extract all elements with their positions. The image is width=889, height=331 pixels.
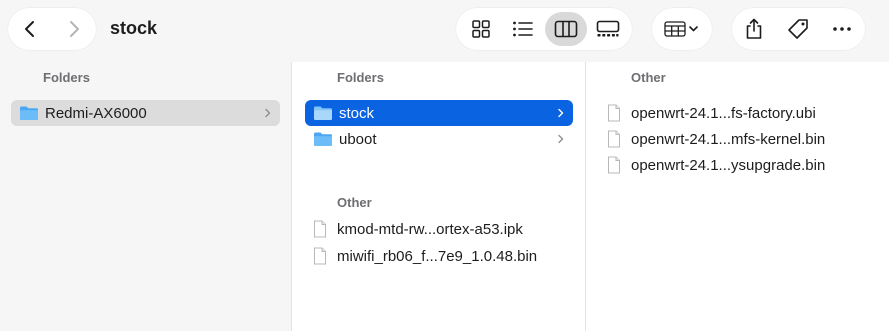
group-by-icon [664,20,700,38]
column-view-icon [554,20,578,38]
more-button[interactable] [820,8,864,50]
group-by-button[interactable] [652,8,712,50]
more-icon [832,26,852,32]
icon-view-button[interactable] [460,12,502,46]
list-view-button[interactable] [502,12,544,46]
item-label: Redmi-AX6000 [45,104,147,122]
item-label: kmod-mtd-rw...ortex-a53.ipk [337,220,523,238]
chevron-right-icon [260,105,276,121]
list-item[interactable]: uboot [305,126,573,152]
item-label: miwifi_rb06_f...7e9_1.0.48.bin [337,247,538,265]
toolbar: stock [0,0,889,62]
section-header-other: Other [631,70,666,85]
chevron-right-icon [553,131,569,147]
folder-icon [313,105,333,121]
forward-button[interactable] [52,8,96,50]
list-item[interactable]: openwrt-24.1...fs-factory.ubi [599,100,874,126]
gallery-view-button[interactable] [587,12,629,46]
window-title: stock [110,18,158,38]
item-label: openwrt-24.1...fs-factory.ubi [631,104,816,122]
actions-group [732,8,865,50]
document-icon [313,247,327,265]
item-label: uboot [339,130,377,148]
share-button[interactable] [732,8,776,50]
list-item[interactable]: miwifi_rb06_f...7e9_1.0.48.bin [305,243,573,269]
chevron-left-icon [23,20,37,38]
column-browser: Folders Redmi-AX6000 Folders stock uboot… [0,62,889,331]
gallery-view-icon [596,20,620,38]
section-header-other: Other [337,195,372,210]
tag-button[interactable] [776,8,820,50]
column-3: Other openwrt-24.1...fs-factory.ubi open… [586,62,889,331]
folder-icon [313,131,333,147]
navigation-group [8,8,96,50]
item-label: openwrt-24.1...mfs-kernel.bin [631,130,826,148]
document-icon [607,104,621,122]
share-icon [744,18,764,40]
list-item[interactable]: Redmi-AX6000 [11,100,280,126]
tag-icon [787,18,809,40]
item-label: openwrt-24.1...ysupgrade.bin [631,156,826,174]
column-1: Folders Redmi-AX6000 [0,62,292,331]
view-mode-group [456,8,632,50]
list-item[interactable]: openwrt-24.1...mfs-kernel.bin [599,126,874,152]
document-icon [313,220,327,238]
section-header-folders: Folders [43,70,90,85]
folder-icon [19,105,39,121]
item-label: stock [339,104,375,122]
list-item[interactable]: kmod-mtd-rw...ortex-a53.ipk [305,216,573,242]
document-icon [607,130,621,148]
list-view-icon [512,20,534,38]
column-view-button[interactable] [545,12,587,46]
column-2: Folders stock uboot Other kmod-mtd-rw...… [292,62,586,331]
grid-view-icon [471,19,491,39]
back-button[interactable] [8,8,52,50]
list-item[interactable]: stock [305,100,573,126]
list-item[interactable]: openwrt-24.1...ysupgrade.bin [599,152,874,178]
section-header-folders: Folders [337,70,384,85]
chevron-right-icon [553,105,569,121]
chevron-right-icon [67,20,81,38]
document-icon [607,156,621,174]
